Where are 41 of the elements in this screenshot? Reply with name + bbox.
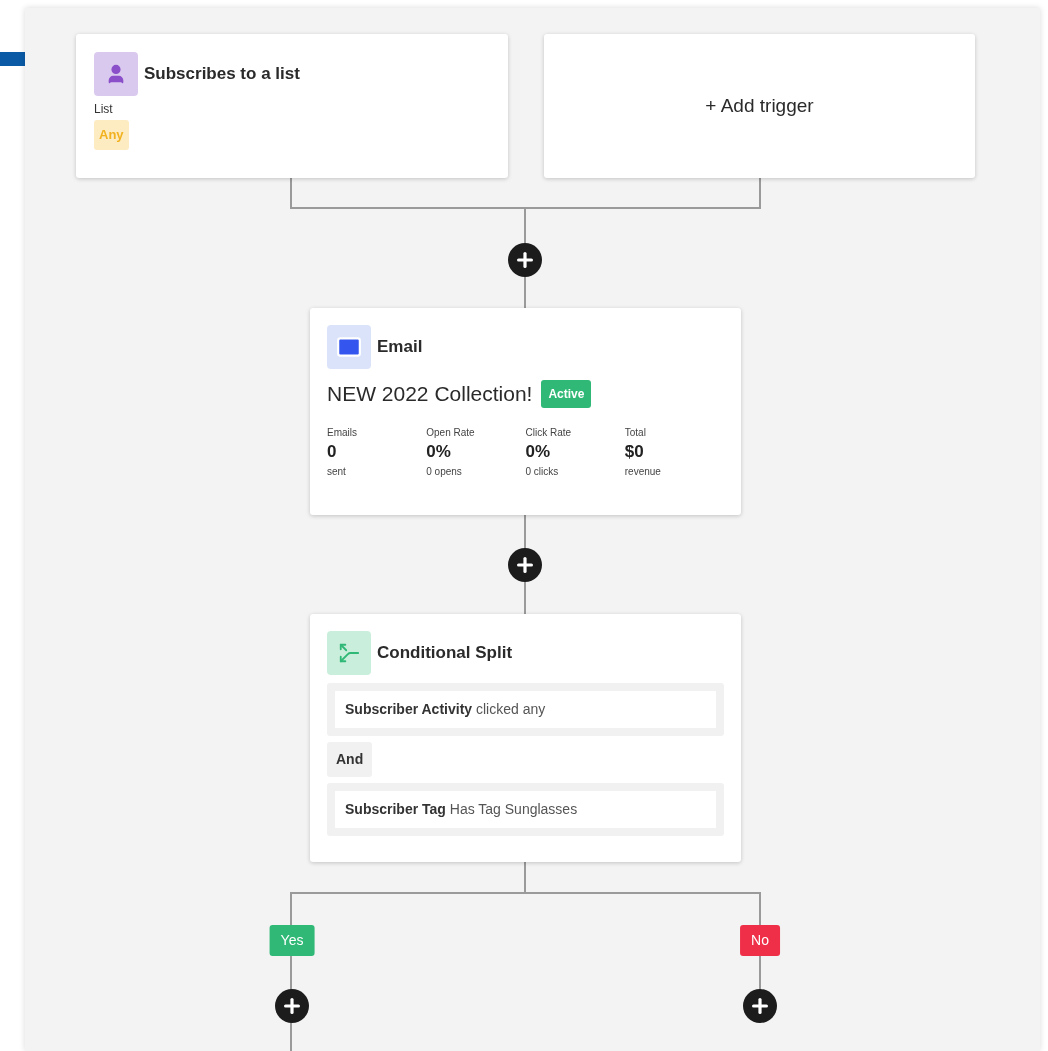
stat-value: $0 <box>624 440 645 463</box>
plus-icon <box>281 995 303 1017</box>
card-title: Email <box>377 336 423 359</box>
plus-icon <box>749 995 771 1017</box>
branch-label: No <box>740 925 780 956</box>
joiner-label: And <box>327 742 373 777</box>
branch-label: Yes <box>269 925 315 956</box>
condition-text: Subscriber Tag Has Tag Sunglasses <box>345 801 578 817</box>
email-card[interactable]: Email NEW 2022 Collection! Active Emails 0 sent Open Rate 0% 0 opens Click Rate 0% 0 clicks Total $0 revenue <box>310 308 741 515</box>
stat-value: 0% <box>525 440 552 463</box>
add-step-button[interactable] <box>743 989 777 1023</box>
plus-icon <box>514 249 536 271</box>
stat-unit: 0 clicks <box>525 464 560 479</box>
add-step-button[interactable] <box>508 548 542 582</box>
add-step-button[interactable] <box>275 989 309 1023</box>
stat-value: 0% <box>426 440 452 463</box>
accent-bar <box>0 52 25 66</box>
add-trigger-button[interactable]: + Add trigger <box>544 34 975 178</box>
stat-unit: sent <box>327 464 347 479</box>
stat-value: 0 <box>327 440 338 463</box>
card-title: Conditional Split <box>377 642 513 665</box>
stat-unit: 0 opens <box>426 464 463 479</box>
user-icon <box>94 52 138 96</box>
list-tag: Any <box>94 120 129 150</box>
condition-text: Subscriber Activity clicked any <box>345 701 546 717</box>
plus-icon <box>514 554 536 576</box>
status-badge: Active <box>541 379 592 408</box>
add-step-button[interactable] <box>508 243 542 277</box>
card-title: Subscribes to a list <box>144 63 300 86</box>
condition-row[interactable]: Subscriber Tag Has Tag Sunglasses <box>327 783 724 836</box>
stat-unit: revenue <box>624 464 662 479</box>
stat-label: Emails <box>327 425 358 440</box>
stat-label: Click Rate <box>525 425 573 440</box>
email-subject: NEW 2022 Collection! <box>327 381 533 407</box>
trigger-card[interactable]: Subscribes to a list List Any <box>76 34 508 178</box>
field-label: List <box>94 101 114 118</box>
condition-row[interactable]: Subscriber Activity clicked any <box>327 683 724 736</box>
split-icon <box>327 631 371 675</box>
stat-label: Total <box>624 425 647 440</box>
stat-label: Open Rate <box>426 425 476 440</box>
split-card[interactable]: Conditional Split Subscriber Activity clicked any And Subscriber Tag Has Tag Sunglasses <box>310 614 741 862</box>
